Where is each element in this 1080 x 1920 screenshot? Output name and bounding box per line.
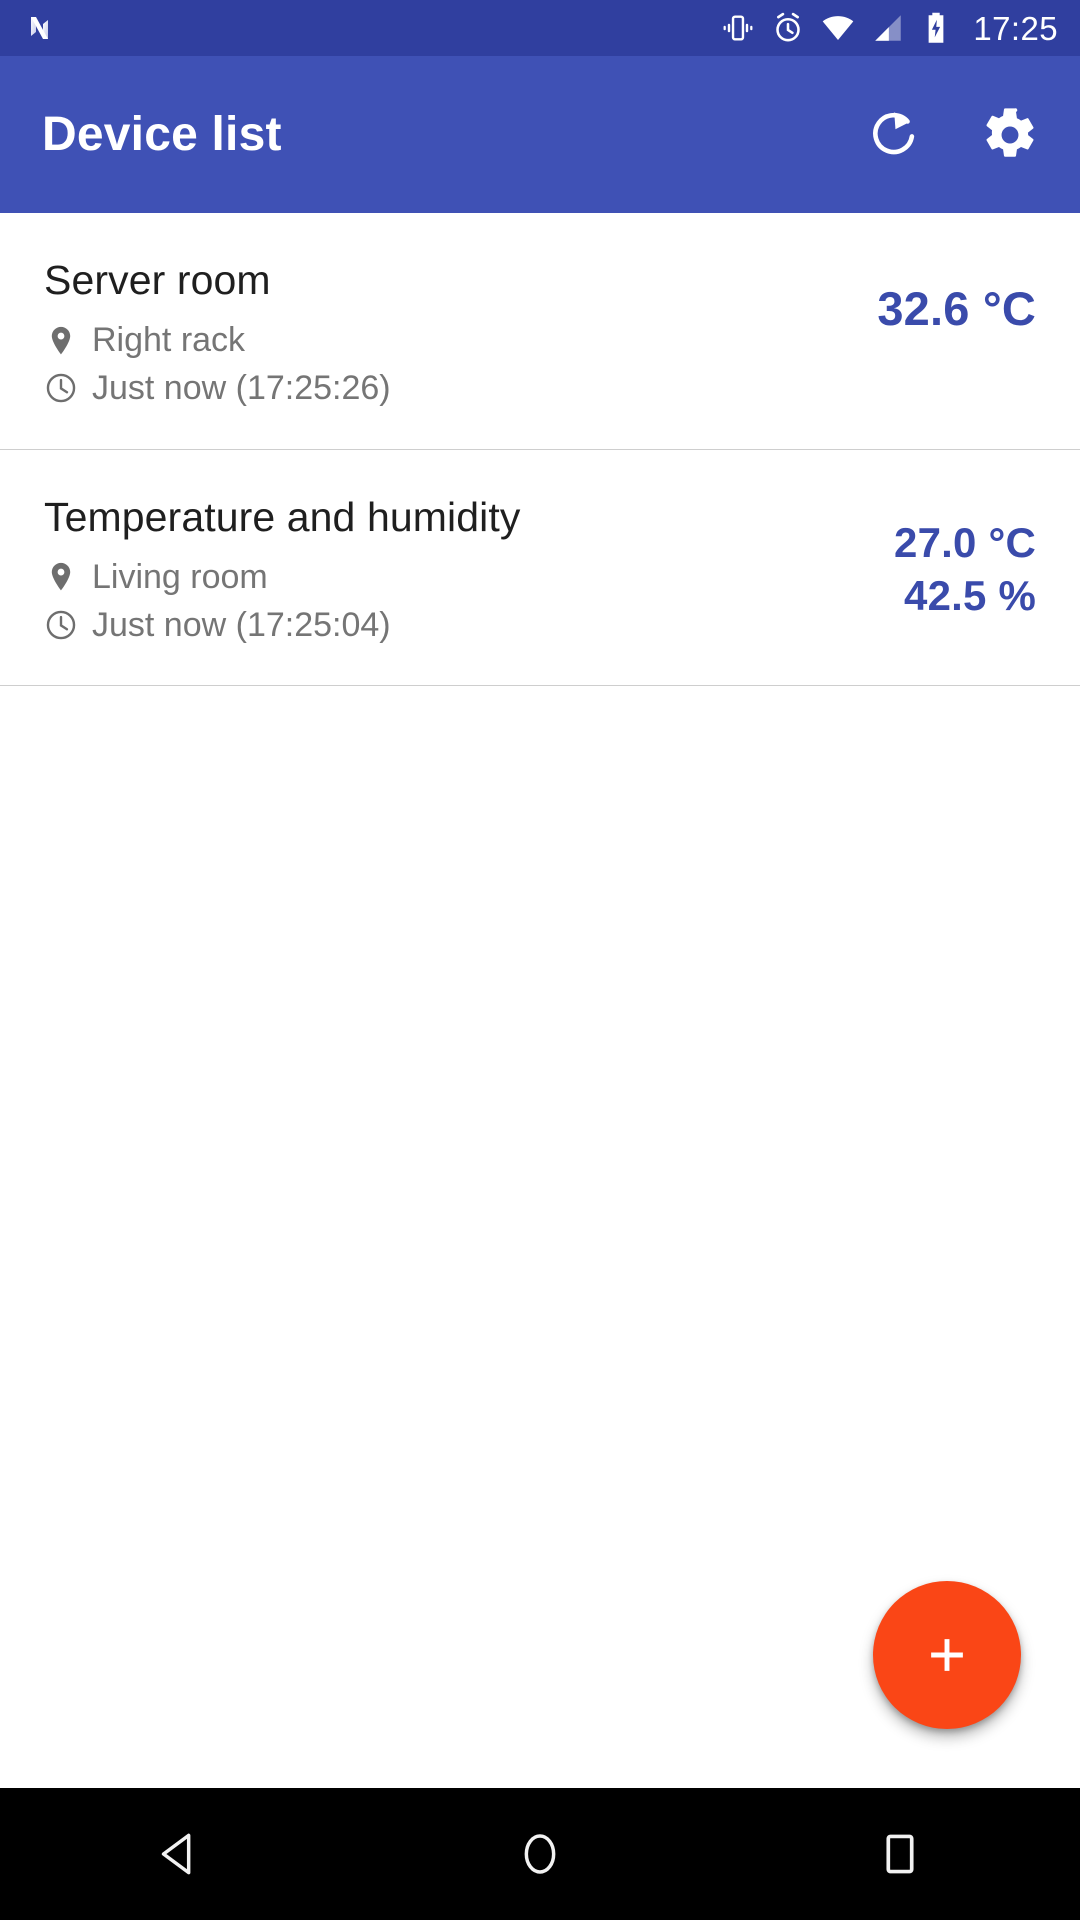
settings-button[interactable] — [974, 99, 1046, 171]
cellular-signal-icon — [875, 15, 902, 41]
device-info: Server room Right rack Just now (17:25:2… — [44, 257, 391, 409]
clock-icon — [46, 610, 76, 640]
table-row[interactable]: Temperature and humidity Living room Jus… — [0, 449, 1080, 686]
app-screen: 17:25 Device list Server room Right rack… — [0, 0, 1080, 1920]
device-humidity-value: 42.5 % — [904, 572, 1036, 620]
device-location: Right rack — [92, 321, 246, 360]
nav-home-button[interactable] — [450, 1788, 630, 1920]
location-pin-icon — [51, 326, 71, 354]
device-values: 27.0 °C 42.5 % — [894, 494, 1036, 624]
device-location-line: Living room — [44, 557, 520, 598]
location-pin-icon — [51, 563, 71, 591]
refresh-button[interactable] — [858, 99, 930, 171]
device-timestamp-line: Just now (17:25:04) — [44, 605, 520, 646]
android-navigation-bar — [0, 1788, 1080, 1920]
plus-icon — [931, 1639, 963, 1671]
device-location-line: Right rack — [44, 320, 391, 361]
alarm-clock-icon — [776, 12, 801, 42]
device-name: Temperature and humidity — [44, 493, 521, 540]
device-temperature-value: 32.6 °C — [877, 282, 1036, 335]
list-divider — [0, 685, 1080, 687]
device-temperature-value: 27.0 °C — [894, 518, 1036, 566]
status-bar-right: 17:25 — [721, 11, 1058, 45]
page-title: Device list — [42, 107, 282, 161]
wifi-icon — [823, 16, 854, 41]
device-values: 32.6 °C — [877, 257, 1036, 339]
device-timestamp: Just now (17:25:04) — [92, 605, 391, 644]
recents-square-icon — [886, 1834, 914, 1874]
home-circle-icon — [524, 1834, 556, 1874]
device-name: Server room — [44, 257, 271, 303]
status-bar-left — [24, 10, 60, 46]
nav-recents-button[interactable] — [810, 1788, 990, 1920]
back-triangle-icon — [161, 1833, 191, 1875]
app-bar: Device list — [0, 56, 1080, 213]
status-bar: 17:25 — [0, 0, 1080, 56]
android-nougat-logo-icon — [31, 17, 48, 39]
device-timestamp-line: Just now (17:25:26) — [44, 368, 391, 409]
device-location: Living room — [92, 557, 268, 596]
add-device-fab[interactable] — [873, 1581, 1021, 1729]
table-row[interactable]: Server room Right rack Just now (17:25:2… — [0, 213, 1080, 449]
device-timestamp: Just now (17:25:26) — [92, 368, 391, 407]
app-bar-actions — [858, 99, 1046, 171]
vibrate-icon — [723, 15, 753, 41]
refresh-icon — [873, 111, 915, 154]
device-list: Server room Right rack Just now (17:25:2… — [0, 213, 1080, 687]
status-bar-clock: 17:25 — [973, 9, 1058, 47]
battery-charging-icon — [929, 12, 944, 43]
gear-icon — [986, 107, 1034, 157]
clock-icon — [46, 374, 76, 403]
nav-back-button[interactable] — [90, 1788, 270, 1920]
device-info: Temperature and humidity Living room Jus… — [44, 494, 520, 646]
